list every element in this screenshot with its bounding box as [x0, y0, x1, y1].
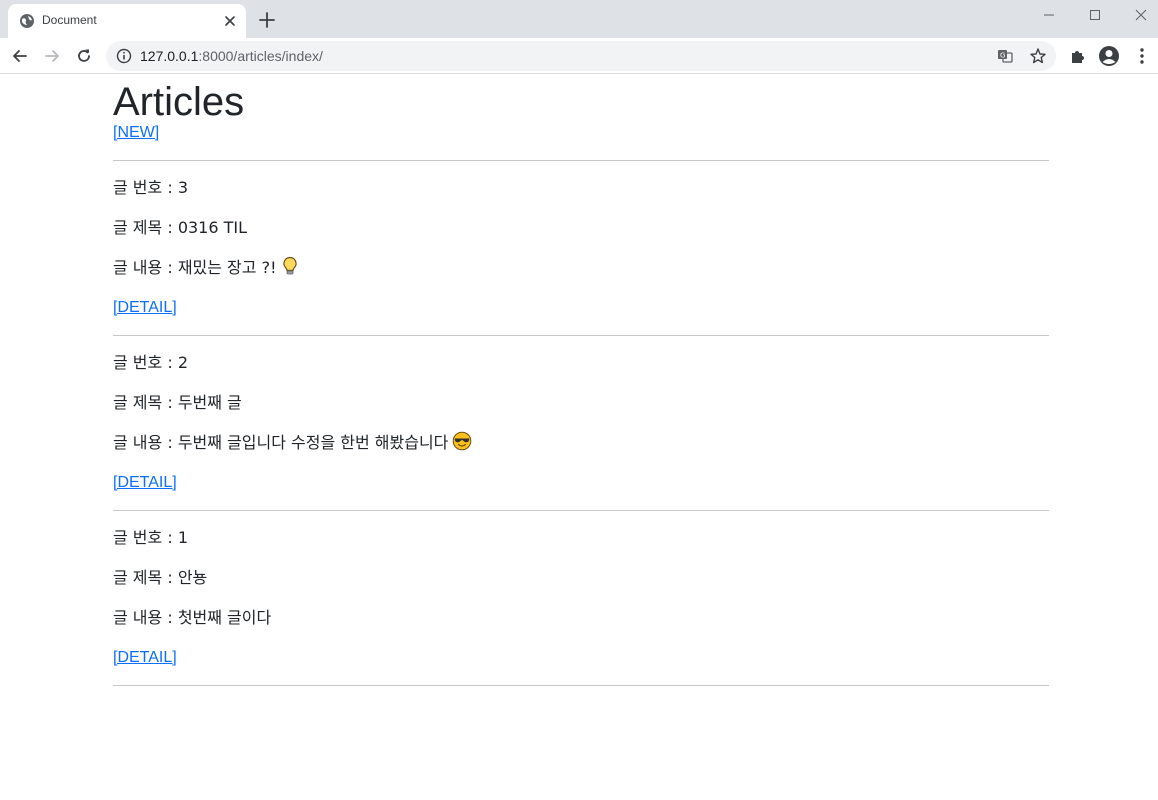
maximize-button[interactable]: [1072, 0, 1118, 30]
article-content: 글 내용 : 재밌는 장고 ?!: [113, 256, 1049, 280]
article-content-label: 글 내용 :: [113, 608, 178, 627]
article-content-value: 첫번째 글이다: [177, 608, 272, 627]
browser-toolbar: 127.0.0.1:8000/articles/index/ G: [0, 38, 1158, 74]
article-number: 글 번호 : 1: [113, 526, 1049, 550]
reload-icon: [78, 49, 90, 62]
svg-text:G: G: [1000, 52, 1005, 60]
arrow-left-icon: [13, 50, 27, 62]
translate-icon[interactable]: G: [996, 47, 1014, 65]
browser-tab[interactable]: Document: [8, 4, 246, 38]
article-number: 글 번호 : 3: [113, 176, 1049, 200]
content-container: Articles [NEW] 글 번호 : 3 글 제목 : 0316 TIL …: [113, 75, 1049, 686]
maximize-icon: [1090, 10, 1100, 20]
back-button[interactable]: [8, 44, 32, 68]
article-item: 글 번호 : 3 글 제목 : 0316 TIL 글 내용 : 재밌는 장고 ?…: [113, 161, 1049, 320]
tab-title: Document: [42, 13, 97, 27]
close-window-icon: [1135, 9, 1147, 21]
article-title-value: 0316 TIL: [177, 218, 248, 237]
info-icon[interactable]: [116, 48, 132, 64]
article-number-label: 글 번호 :: [113, 528, 178, 547]
article-title-label: 글 제목 :: [113, 218, 178, 237]
article-content-label: 글 내용 :: [113, 258, 178, 277]
article-content-label: 글 내용 :: [113, 433, 178, 452]
article-title-label: 글 제목 :: [113, 393, 178, 412]
url-host: 127.0.0.1: [140, 48, 199, 64]
article-number-label: 글 번호 :: [113, 178, 178, 197]
article-title-label: 글 제목 :: [113, 568, 178, 587]
article-content-value: 두번째 글입니다 수정을 한번 해봤습니다: [177, 433, 449, 452]
detail-link[interactable]: [DETAIL]: [113, 296, 1049, 320]
globe-icon: [20, 14, 34, 28]
minimize-icon: [1044, 14, 1054, 16]
article-content-value: 재밌는 장고 ?!: [177, 258, 277, 277]
new-article-link[interactable]: [NEW]: [113, 121, 1049, 145]
sunglasses-face-icon: [453, 431, 472, 451]
divider: [113, 685, 1049, 686]
reload-button[interactable]: [72, 44, 96, 68]
article-item: 글 번호 : 1 글 제목 : 안뇽 글 내용 : 첫번째 글이다 [DETAI…: [113, 511, 1049, 670]
menu-button[interactable]: [1131, 45, 1153, 67]
star-icon[interactable]: [1029, 47, 1047, 65]
article-number-label: 글 번호 :: [113, 353, 178, 372]
detail-link[interactable]: [DETAIL]: [113, 471, 1049, 495]
article-number-value: 3: [177, 178, 188, 197]
tab-strip: Document: [0, 0, 1158, 38]
article-title-value: 두번째 글: [177, 393, 242, 412]
account-icon: [1099, 46, 1119, 66]
address-bar[interactable]: 127.0.0.1:8000/articles/index/ G: [106, 41, 1056, 71]
arrow-right-icon: [45, 50, 59, 62]
detail-link[interactable]: [DETAIL]: [113, 646, 1049, 670]
article-number-value: 1: [177, 528, 188, 547]
close-tab-icon[interactable]: [222, 13, 238, 29]
puzzle-icon: [1072, 51, 1084, 63]
url-text[interactable]: 127.0.0.1:8000/articles/index/: [140, 48, 323, 64]
forward-button[interactable]: [40, 44, 64, 68]
profile-button[interactable]: [1098, 45, 1120, 67]
new-tab-icon[interactable]: [258, 11, 276, 29]
article-content: 글 내용 : 두번째 글입니다 수정을 한번 해봤습니다: [113, 431, 1049, 455]
article-number: 글 번호 : 2: [113, 351, 1049, 375]
article-item: 글 번호 : 2 글 제목 : 두번째 글 글 내용 : 두번째 글입니다 수정…: [113, 336, 1049, 495]
close-window-button[interactable]: [1118, 0, 1158, 30]
article-title: 글 제목 : 두번째 글: [113, 391, 1049, 415]
article-title-value: 안뇽: [177, 568, 208, 587]
url-path: :8000/articles/index/: [198, 48, 323, 64]
lightbulb-icon: [282, 256, 297, 275]
article-number-value: 2: [177, 353, 188, 372]
article-content: 글 내용 : 첫번째 글이다: [113, 606, 1049, 630]
extensions-button[interactable]: [1067, 45, 1089, 67]
page-viewport: Articles [NEW] 글 번호 : 3 글 제목 : 0316 TIL …: [0, 75, 1158, 800]
more-vertical-icon: [1140, 48, 1144, 64]
article-title: 글 제목 : 0316 TIL: [113, 216, 1049, 240]
minimize-button[interactable]: [1026, 0, 1072, 30]
article-title: 글 제목 : 안뇽: [113, 566, 1049, 590]
